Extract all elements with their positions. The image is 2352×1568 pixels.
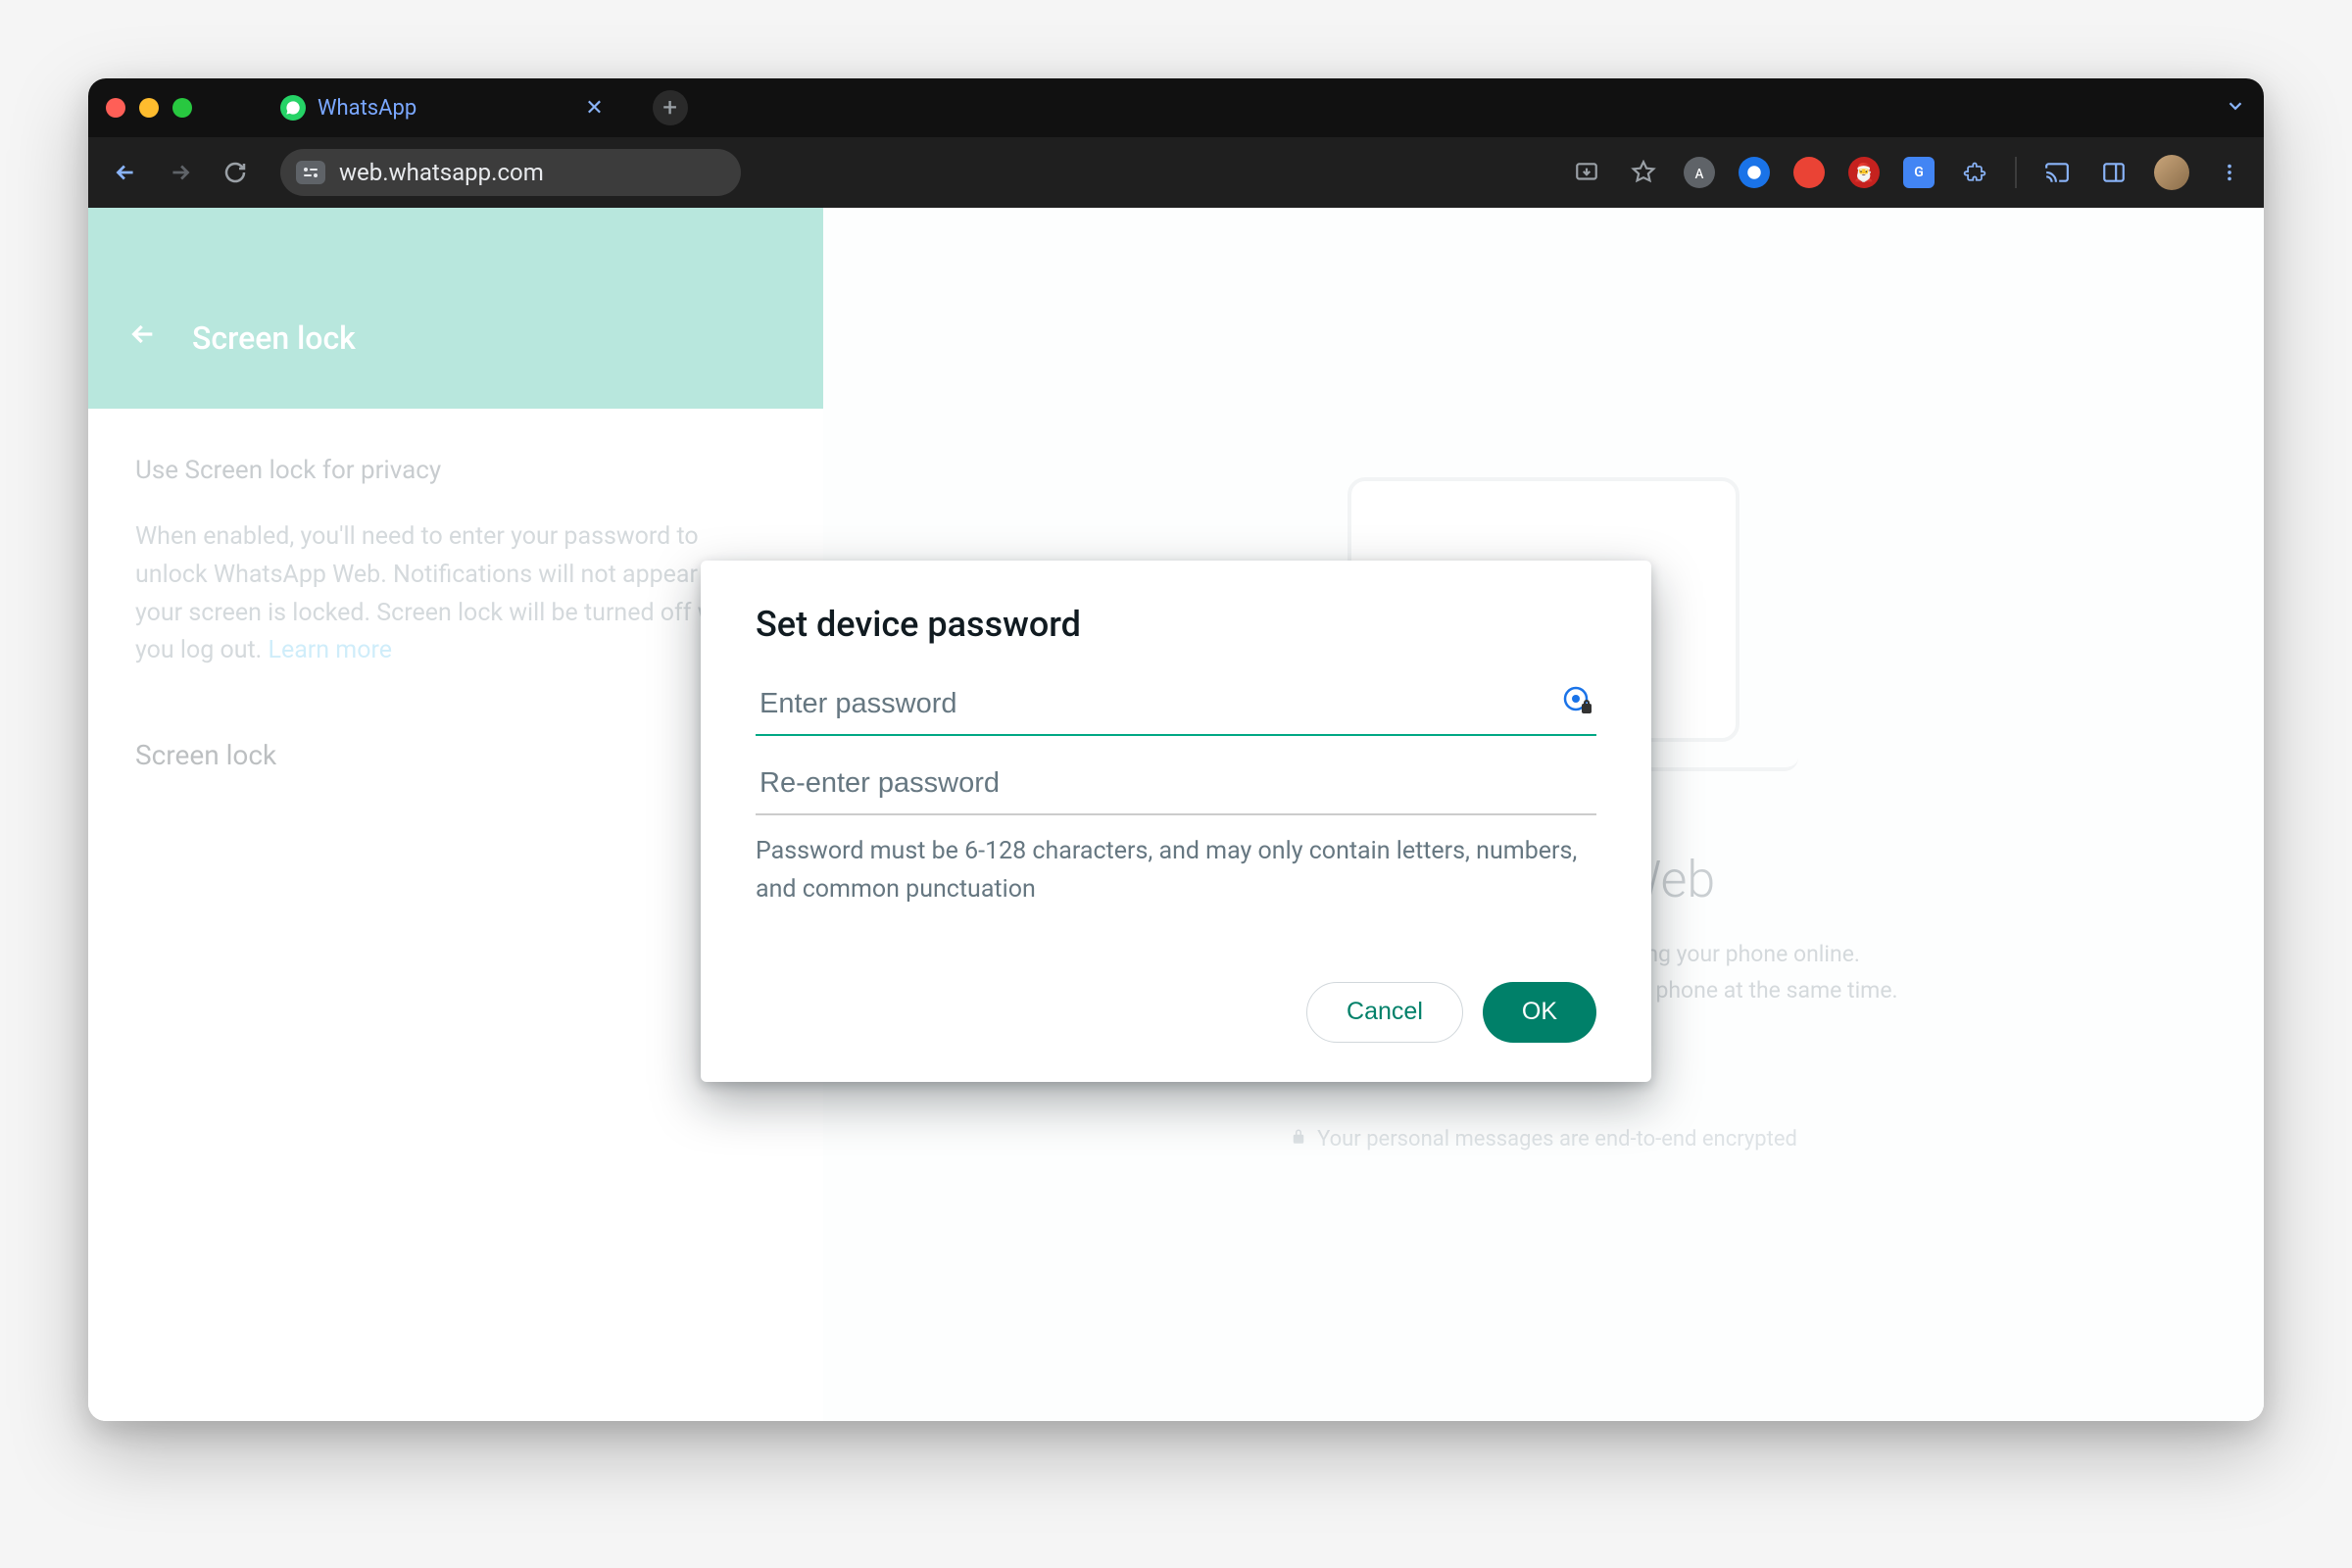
- site-settings-icon[interactable]: [296, 161, 325, 184]
- encryption-text: Your personal messages are end-to-end en…: [1317, 1127, 1797, 1152]
- whatsapp-favicon-icon: [280, 95, 306, 121]
- screen-lock-toggle-row: Screen lock: [135, 739, 776, 771]
- extension-icon-5[interactable]: G: [1903, 157, 1935, 188]
- install-app-icon[interactable]: [1570, 156, 1603, 189]
- url-text: web.whatsapp.com: [339, 159, 544, 186]
- password-hint: Password must be 6-128 characters, and m…: [756, 833, 1596, 909]
- new-tab-button[interactable]: +: [653, 90, 688, 125]
- cast-icon[interactable]: [2040, 156, 2074, 189]
- address-bar[interactable]: web.whatsapp.com: [280, 149, 741, 196]
- window-minimize-button[interactable]: [139, 98, 159, 118]
- window-close-button[interactable]: [106, 98, 125, 118]
- learn-more-link[interactable]: Learn more: [268, 636, 391, 664]
- nav-back-button[interactable]: [106, 153, 145, 192]
- password-input[interactable]: [756, 674, 1596, 736]
- nav-forward-button[interactable]: [161, 153, 200, 192]
- tab-title: WhatsApp: [318, 96, 416, 121]
- browser-toolbar: web.whatsapp.com ᴀ 🎅 G: [88, 137, 2264, 208]
- password-manager-icon[interactable]: [1563, 686, 1592, 715]
- extension-icon-1[interactable]: ᴀ: [1684, 157, 1715, 188]
- toolbar-right: ᴀ 🎅 G: [1570, 155, 2246, 190]
- page-content: Screen lock Use Screen lock for privacy …: [88, 208, 2264, 1421]
- confirm-password-input-row: [756, 754, 1596, 815]
- ok-button[interactable]: OK: [1483, 982, 1596, 1043]
- titlebar: WhatsApp ✕ +: [88, 78, 2264, 137]
- window-maximize-button[interactable]: [172, 98, 192, 118]
- cancel-button[interactable]: Cancel: [1306, 982, 1463, 1043]
- sidebar-header: Screen lock: [88, 208, 823, 409]
- tab-close-icon[interactable]: ✕: [585, 96, 603, 121]
- encryption-footer: Your personal messages are end-to-end en…: [1290, 1127, 1797, 1152]
- extension-icon-2[interactable]: [1739, 157, 1770, 188]
- tabs-dropdown-icon[interactable]: [2225, 95, 2246, 121]
- sidebar-heading: Use Screen lock for privacy: [135, 456, 776, 485]
- sidebar-title: Screen lock: [192, 319, 356, 357]
- divider: [2015, 157, 2017, 188]
- confirm-password-input[interactable]: [756, 754, 1596, 815]
- toggle-label: Screen lock: [135, 739, 276, 771]
- sidebar-description: When enabled, you'll need to enter your …: [135, 518, 776, 670]
- browser-window: WhatsApp ✕ + web.whatsapp.com: [88, 78, 2264, 1421]
- browser-menu-icon[interactable]: [2213, 156, 2246, 189]
- lock-icon: [1290, 1128, 1307, 1151]
- set-password-modal: Set device password Password must be 6-1…: [701, 561, 1651, 1082]
- extension-icon-4[interactable]: 🎅: [1848, 157, 1880, 188]
- modal-title: Set device password: [756, 604, 1596, 645]
- extensions-puzzle-icon[interactable]: [1958, 156, 1991, 189]
- side-panel-icon[interactable]: [2097, 156, 2131, 189]
- bookmark-star-icon[interactable]: [1627, 156, 1660, 189]
- modal-actions: Cancel OK: [756, 982, 1596, 1043]
- back-arrow-icon[interactable]: [127, 318, 159, 359]
- traffic-lights: [106, 98, 192, 118]
- profile-avatar[interactable]: [2154, 155, 2189, 190]
- browser-tab[interactable]: WhatsApp ✕: [261, 86, 623, 129]
- extension-icon-3[interactable]: [1793, 157, 1825, 188]
- reload-button[interactable]: [216, 153, 255, 192]
- password-input-row: [756, 674, 1596, 736]
